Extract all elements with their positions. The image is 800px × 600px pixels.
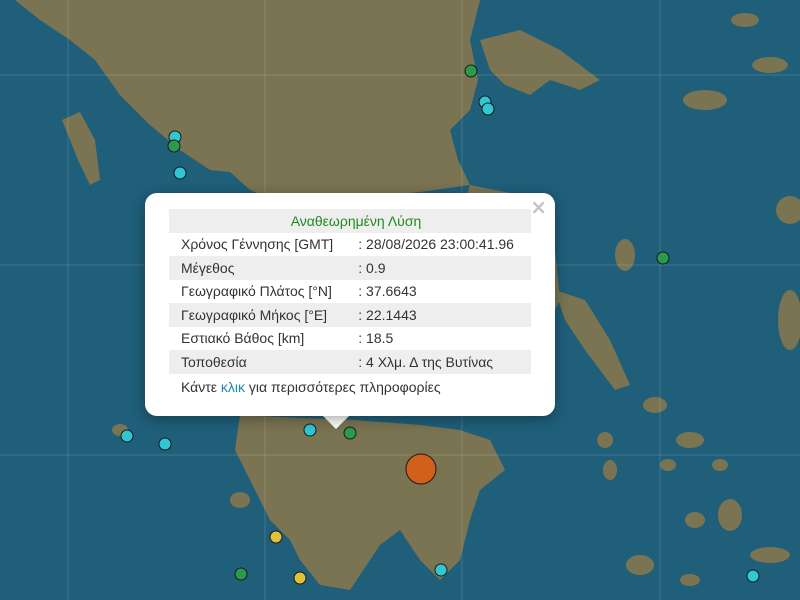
row-value: : 28/08/2026 23:00:41.96 <box>358 236 514 253</box>
popup-title: Αναθεωρημένη Λύση <box>169 209 531 233</box>
row-label: Μέγεθος <box>169 256 351 280</box>
table-row: Γεωγραφικό Πλάτος [°N] : 37.6643 <box>169 280 531 304</box>
row-value: : 18.5 <box>358 330 394 347</box>
table-row: Τοποθεσία : 4 Χλμ. Δ της Βυτίνας <box>169 350 531 374</box>
island <box>615 239 635 271</box>
earthquake-marker[interactable] <box>656 251 670 265</box>
earthquake-marker[interactable] <box>120 429 134 443</box>
row-label: Χρόνος Γέννησης [GMT] <box>181 236 334 253</box>
earthquake-marker[interactable] <box>464 64 478 78</box>
earthquake-marker[interactable] <box>173 166 187 180</box>
earthquake-marker[interactable] <box>293 571 307 585</box>
island <box>685 512 705 528</box>
island <box>712 459 728 471</box>
table-row: Μέγεθος : 0.9 <box>169 256 531 280</box>
island <box>718 499 742 531</box>
island <box>660 459 676 471</box>
earthquake-marker[interactable] <box>434 563 448 577</box>
more-info-text: Κάντε κλικ για περισσότερες πληροφορίες <box>181 379 441 395</box>
row-value: : 37.6643 <box>358 283 417 300</box>
row-label: Εστιακό Βάθος [km] <box>181 330 305 347</box>
island <box>597 432 613 448</box>
earthquake-marker[interactable] <box>303 423 317 437</box>
island <box>752 57 788 73</box>
popup-title-row: Αναθεωρημένη Λύση <box>169 209 531 233</box>
island <box>731 13 759 27</box>
row-label: Γεωγραφικό Μήκος [°E] <box>169 303 351 327</box>
more-suffix: για περισσότερες πληροφορίες <box>245 379 441 395</box>
island <box>683 90 727 110</box>
row-value: : 0.9 <box>350 256 531 280</box>
table-row: Γεωγραφικό Μήκος [°E] : 22.1443 <box>169 303 531 327</box>
table-row: Εστιακό Βάθος [km] : 18.5 <box>169 327 531 351</box>
more-info-link[interactable]: κλικ <box>221 379 245 395</box>
earthquake-marker[interactable] <box>481 102 495 116</box>
earthquake-marker[interactable] <box>746 569 760 583</box>
island <box>626 555 654 575</box>
row-value: : 22.1443 <box>350 303 531 327</box>
island <box>750 547 790 563</box>
earthquake-marker-large[interactable] <box>405 453 437 485</box>
island <box>643 397 667 413</box>
row-value: : 4 Χλμ. Δ της Βυτίνας <box>350 350 531 374</box>
island <box>230 492 250 508</box>
more-prefix: Κάντε <box>181 379 221 395</box>
close-icon[interactable]: × <box>530 197 547 217</box>
row-label: Τοποθεσία <box>169 350 351 374</box>
earthquake-marker[interactable] <box>158 437 172 451</box>
table-row: Χρόνος Γέννησης [GMT] : 28/08/2026 23:00… <box>169 233 531 257</box>
earthquake-info-popup: × Αναθεωρημένη Λύση Χρόνος Γέννησης [GMT… <box>145 193 555 416</box>
popup-tip <box>322 415 350 429</box>
island <box>680 574 700 586</box>
island <box>603 460 617 480</box>
row-label: Γεωγραφικό Πλάτος [°N] <box>181 283 332 300</box>
island <box>676 432 704 448</box>
earthquake-marker[interactable] <box>269 530 283 544</box>
earthquake-marker[interactable] <box>167 139 181 153</box>
earthquake-marker[interactable] <box>234 567 248 581</box>
earthquake-details-table: Αναθεωρημένη Λύση Χρόνος Γέννησης [GMT] … <box>169 209 531 374</box>
